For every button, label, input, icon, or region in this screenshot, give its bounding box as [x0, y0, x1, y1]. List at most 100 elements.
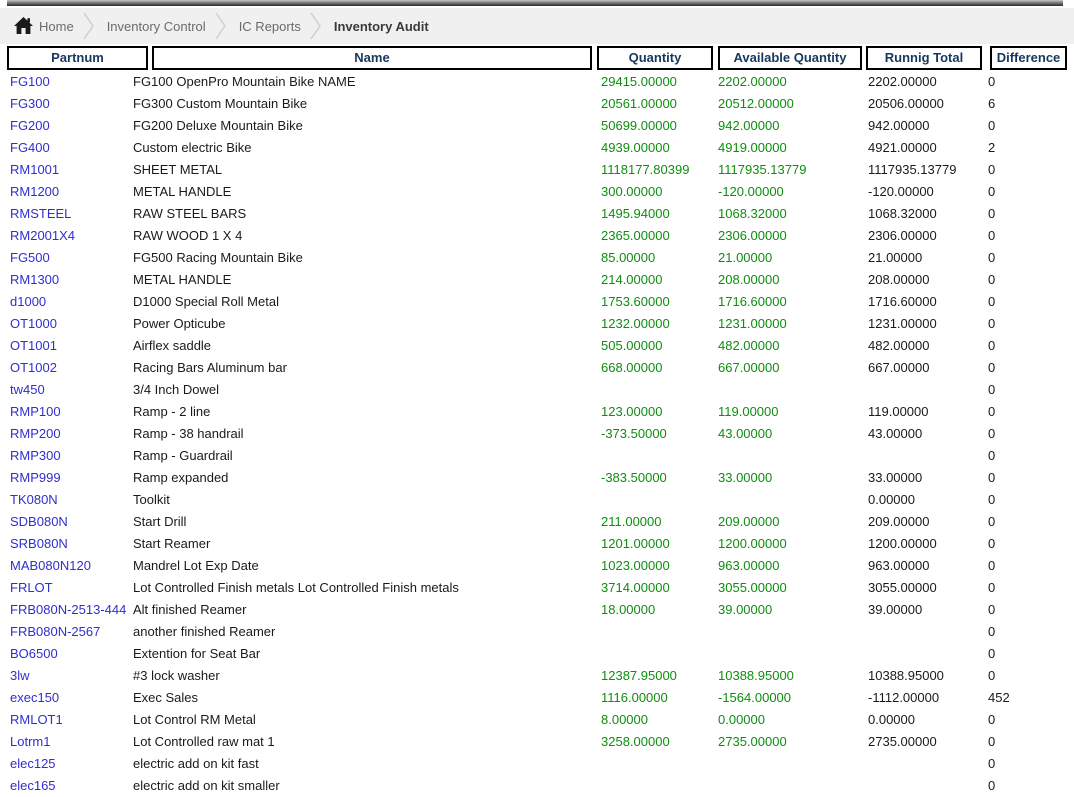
column-header-name[interactable]: Name: [152, 46, 592, 70]
partnum-link[interactable]: RMP999: [10, 467, 133, 489]
column-header-available-quantity[interactable]: Available Quantity: [718, 46, 862, 70]
available-quantity-cell: 482.00000: [718, 335, 868, 357]
difference-cell: 0: [988, 247, 1064, 269]
partnum-link[interactable]: FRB080N-2567: [10, 621, 133, 643]
quantity-cell: 3714.00000: [601, 577, 718, 599]
difference-cell: 0: [988, 71, 1064, 93]
table-row: FG300FG300 Custom Mountain Bike20561.000…: [10, 93, 1074, 115]
partnum-link[interactable]: SRB080N: [10, 533, 133, 555]
breadcrumb: Home Inventory Control IC Reports Invent…: [0, 8, 1074, 44]
partnum-link[interactable]: OT1001: [10, 335, 133, 357]
name-cell: 3/4 Inch Dowel: [133, 379, 601, 401]
table-row: 3lw#3 lock washer12387.9500010388.950001…: [10, 665, 1074, 687]
table-header-row: Partnum Name Quantity Available Quantity…: [0, 46, 1074, 70]
partnum-link[interactable]: Lotrm1: [10, 731, 133, 753]
partnum-link[interactable]: FG300: [10, 93, 133, 115]
partnum-link[interactable]: FRB080N-2513-444: [10, 599, 133, 621]
partnum-link[interactable]: OT1000: [10, 313, 133, 335]
difference-cell: 0: [988, 269, 1064, 291]
running-total-cell: 21.00000: [868, 247, 988, 269]
quantity-cell: 211.00000: [601, 511, 718, 533]
name-cell: electric add on kit smaller: [133, 775, 601, 797]
running-total-cell: 20506.00000: [868, 93, 988, 115]
home-icon[interactable]: [14, 17, 33, 35]
running-total-cell: 667.00000: [868, 357, 988, 379]
quantity-cell: 123.00000: [601, 401, 718, 423]
window-top-bar: [7, 0, 1063, 6]
partnum-link[interactable]: RMP100: [10, 401, 133, 423]
available-quantity-cell: 43.00000: [718, 423, 868, 445]
quantity-cell: 2365.00000: [601, 225, 718, 247]
partnum-link[interactable]: RMP200: [10, 423, 133, 445]
table-row: RM1300METAL HANDLE214.00000208.00000208.…: [10, 269, 1074, 291]
partnum-link[interactable]: RMLOT1: [10, 709, 133, 731]
table-row: FG100FG100 OpenPro Mountain Bike NAME294…: [10, 71, 1074, 93]
partnum-link[interactable]: RMP300: [10, 445, 133, 467]
name-cell: FG200 Deluxe Mountain Bike: [133, 115, 601, 137]
partnum-link[interactable]: d1000: [10, 291, 133, 313]
partnum-link[interactable]: FG200: [10, 115, 133, 137]
partnum-link[interactable]: RM2001X4: [10, 225, 133, 247]
difference-cell: 0: [988, 335, 1064, 357]
name-cell: #3 lock washer: [133, 665, 601, 687]
available-quantity-cell: 1716.60000: [718, 291, 868, 313]
partnum-link[interactable]: BO6500: [10, 643, 133, 665]
running-total-cell: 2202.00000: [868, 71, 988, 93]
available-quantity-cell: 20512.00000: [718, 93, 868, 115]
column-header-difference[interactable]: Difference: [990, 46, 1067, 70]
name-cell: Racing Bars Aluminum bar: [133, 357, 601, 379]
name-cell: Exec Sales: [133, 687, 601, 709]
breadcrumb-item-inventory-control[interactable]: Inventory Control: [107, 19, 206, 34]
partnum-link[interactable]: SDB080N: [10, 511, 133, 533]
name-cell: RAW STEEL BARS: [133, 203, 601, 225]
difference-cell: 0: [988, 665, 1064, 687]
name-cell: Extention for Seat Bar: [133, 643, 601, 665]
partnum-link[interactable]: FG100: [10, 71, 133, 93]
quantity-cell: 1495.94000: [601, 203, 718, 225]
partnum-link[interactable]: OT1002: [10, 357, 133, 379]
partnum-link[interactable]: MAB080N120: [10, 555, 133, 577]
partnum-link[interactable]: RMSTEEL: [10, 203, 133, 225]
table-row: FRB080N-2513-444Alt finished Reamer18.00…: [10, 599, 1074, 621]
chevron-separator-icon: [82, 11, 95, 41]
available-quantity-cell: 0.00000: [718, 709, 868, 731]
column-header-partnum[interactable]: Partnum: [7, 46, 148, 70]
difference-cell: 0: [988, 753, 1064, 775]
name-cell: Ramp expanded: [133, 467, 601, 489]
partnum-link[interactable]: RM1200: [10, 181, 133, 203]
difference-cell: 0: [988, 423, 1064, 445]
partnum-link[interactable]: elec125: [10, 753, 133, 775]
table-row: MAB080N120Mandrel Lot Exp Date1023.00000…: [10, 555, 1074, 577]
available-quantity-cell: 3055.00000: [718, 577, 868, 599]
breadcrumb-item-home[interactable]: Home: [39, 19, 74, 34]
quantity-cell: 12387.95000: [601, 665, 718, 687]
column-header-quantity[interactable]: Quantity: [597, 46, 713, 70]
difference-cell: 0: [988, 489, 1064, 511]
partnum-link[interactable]: FG400: [10, 137, 133, 159]
partnum-link[interactable]: 3lw: [10, 665, 133, 687]
running-total-cell: 208.00000: [868, 269, 988, 291]
partnum-link[interactable]: RM1001: [10, 159, 133, 181]
table-row: RMLOT1Lot Control RM Metal8.000000.00000…: [10, 709, 1074, 731]
table-row: RM2001X4RAW WOOD 1 X 42365.000002306.000…: [10, 225, 1074, 247]
partnum-link[interactable]: FG500: [10, 247, 133, 269]
running-total-cell: -1112.00000: [868, 687, 988, 709]
running-total-cell: 1231.00000: [868, 313, 988, 335]
table-row: FG500FG500 Racing Mountain Bike85.000002…: [10, 247, 1074, 269]
partnum-link[interactable]: tw450: [10, 379, 133, 401]
partnum-link[interactable]: RM1300: [10, 269, 133, 291]
name-cell: RAW WOOD 1 X 4: [133, 225, 601, 247]
table-row: RMSTEELRAW STEEL BARS1495.940001068.3200…: [10, 203, 1074, 225]
difference-cell: 452: [988, 687, 1064, 709]
partnum-link[interactable]: exec150: [10, 687, 133, 709]
table-row: RMP300Ramp - Guardrail0: [10, 445, 1074, 467]
name-cell: electric add on kit fast: [133, 753, 601, 775]
table-row: RM1200METAL HANDLE300.00000-120.00000-12…: [10, 181, 1074, 203]
available-quantity-cell: 2735.00000: [718, 731, 868, 753]
breadcrumb-item-ic-reports[interactable]: IC Reports: [239, 19, 301, 34]
partnum-link[interactable]: TK080N: [10, 489, 133, 511]
partnum-link[interactable]: elec165: [10, 775, 133, 797]
column-header-running-total[interactable]: Runnig Total: [866, 46, 982, 70]
partnum-link[interactable]: FRLOT: [10, 577, 133, 599]
difference-cell: 0: [988, 357, 1064, 379]
